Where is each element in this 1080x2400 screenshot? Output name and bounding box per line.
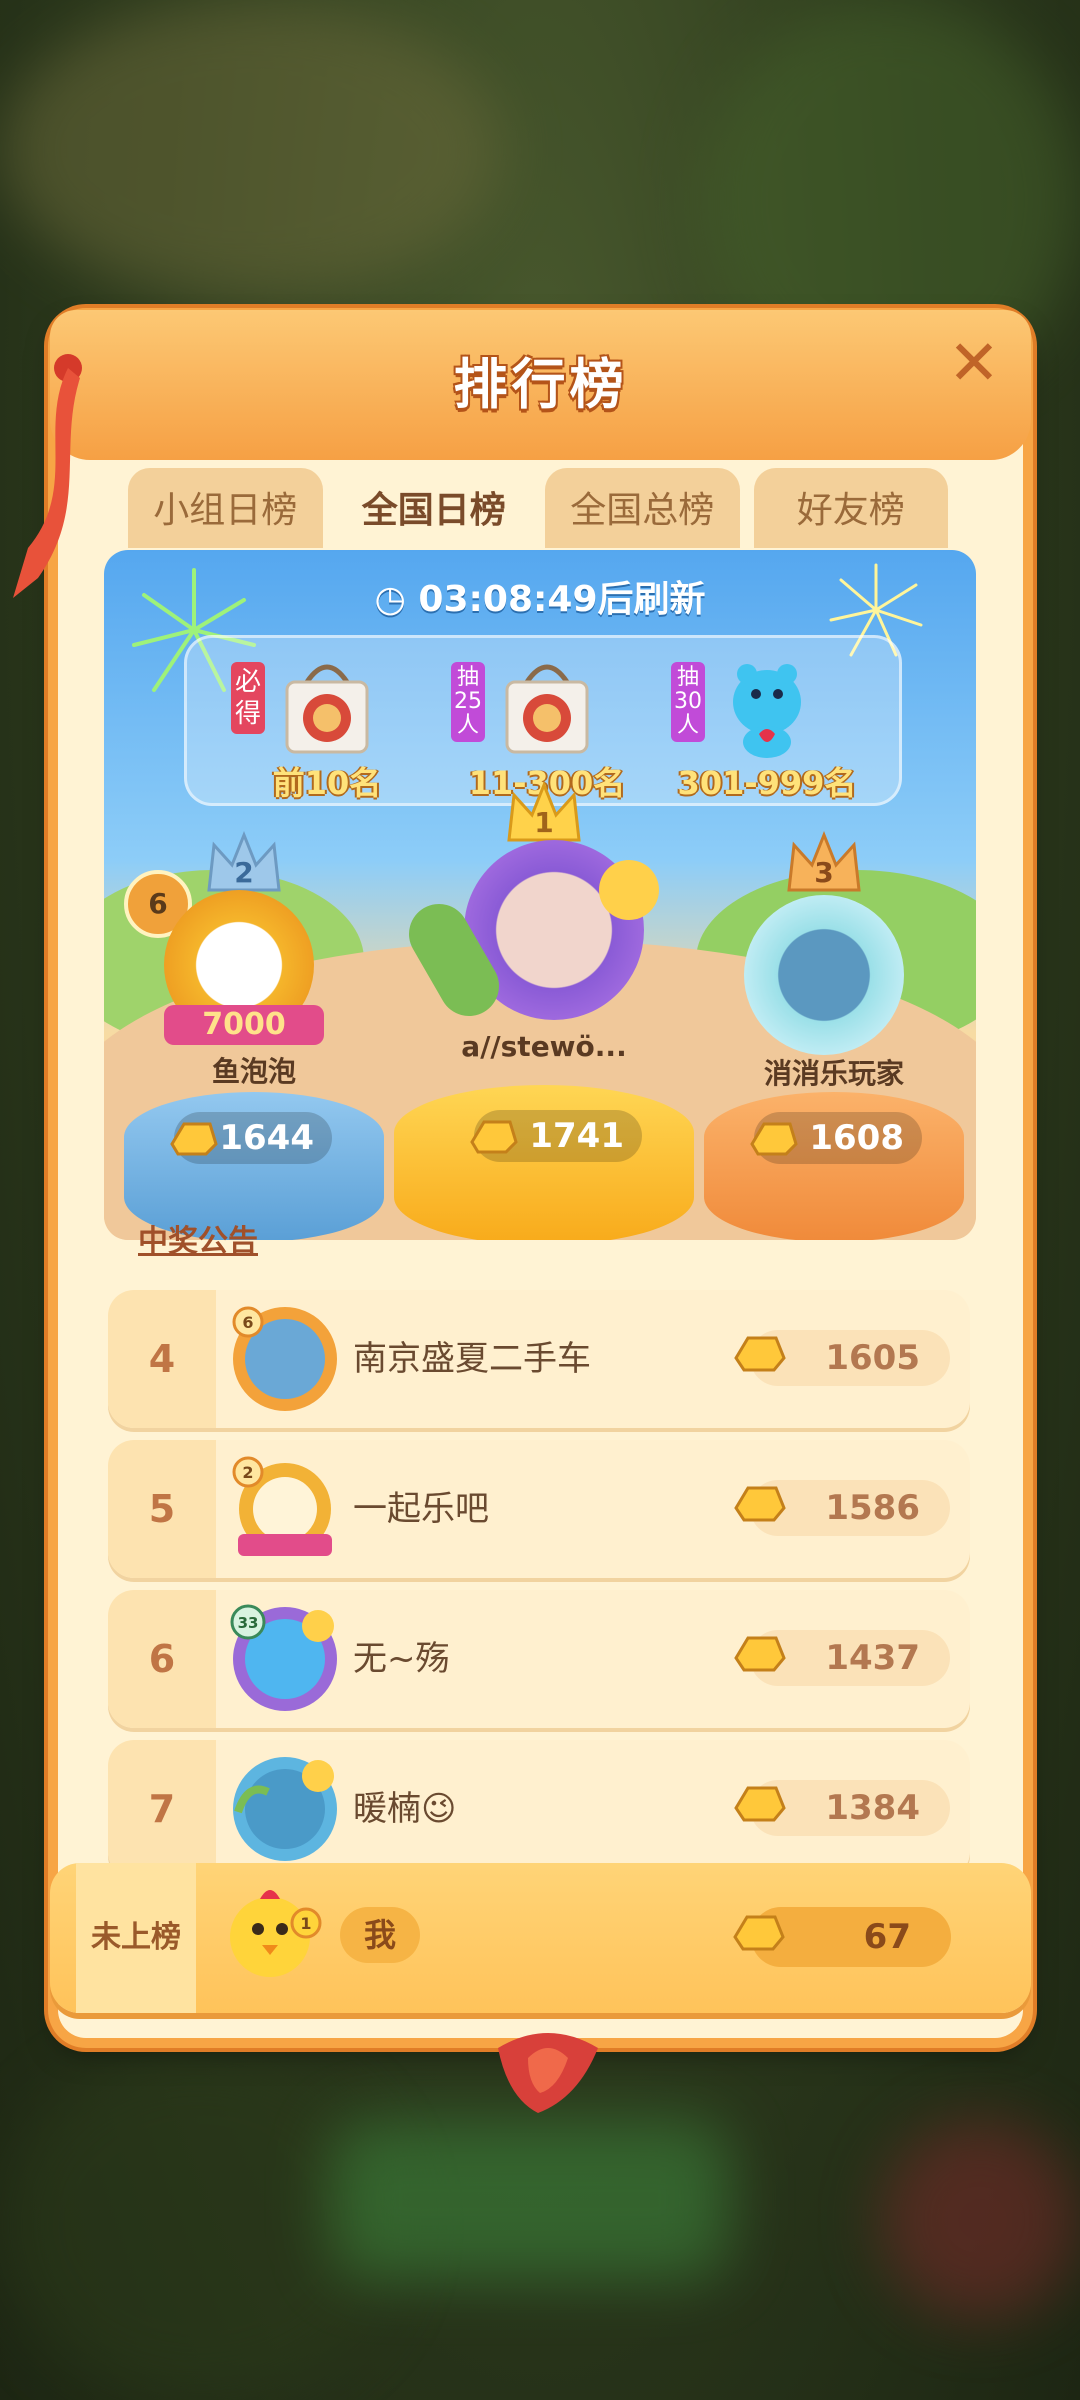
level-badge: 1 <box>300 1914 311 1933</box>
rank-number: 4 <box>108 1290 216 1428</box>
my-rank-row[interactable]: 未上榜 1 我 67 <box>50 1863 1031 2013</box>
title-bar: 排行榜 ✕ <box>50 310 1031 460</box>
reward-tag: 抽30人 <box>671 662 705 742</box>
clock-icon: ◷ <box>374 579 406 620</box>
tab-bar: 小组日榜 全国日榜 全国总榜 好友榜 <box>128 468 948 548</box>
my-rank-status: 未上榜 <box>76 1863 196 2013</box>
player-name: 无~殇 <box>353 1639 450 1679</box>
list-item[interactable]: 5 2 一起乐吧 1586 <box>108 1440 970 1578</box>
player-name: a//stewö... <box>461 1030 627 1063</box>
timer-suffix: 后刷新 <box>597 579 706 620</box>
podium-second[interactable]: 2 6 7000 鱼泡泡 1644 <box>104 830 404 1240</box>
avatar <box>744 895 904 1055</box>
panel-title: 排行榜 <box>453 353 628 416</box>
level-badge: 33 <box>238 1614 259 1632</box>
rank-number: 7 <box>108 1740 216 1878</box>
avatar: 2 <box>232 1456 332 1556</box>
level-badge: 2 <box>242 1463 253 1482</box>
leaderboard-panel: 排行榜 ✕ 小组日榜 全国日榜 全国总榜 好友榜 ◷ 03:08:49后刷新 必… <box>13 310 1031 2113</box>
gold-ingot-icon <box>470 1120 518 1154</box>
avatar: 6 <box>232 1306 337 1411</box>
score-value: 1644 <box>219 1118 314 1158</box>
score-value: 1608 <box>809 1118 904 1158</box>
gold-ingot-icon <box>734 1486 786 1522</box>
moon-decoration <box>599 860 659 920</box>
crown-bronze-icon: 3 <box>787 830 861 892</box>
tab-group-daily[interactable]: 小组日榜 <box>128 468 323 548</box>
gold-ingot-icon <box>734 1336 786 1372</box>
ribbon-decoration-icon <box>13 354 82 598</box>
reward-tag: 必得 <box>231 662 265 734</box>
player-name: 南京盛夏二手车 <box>353 1339 591 1379</box>
winner-announcement-link[interactable]: 中奖公告 <box>138 1216 258 1260</box>
avatar <box>233 1757 337 1861</box>
podium-third[interactable]: 3 消消乐玩家 1608 <box>694 830 974 1240</box>
tab-national-total[interactable]: 全国总榜 <box>545 468 740 548</box>
tab-national-daily[interactable]: 全国日榜 <box>336 468 531 548</box>
podium-first[interactable]: 1 a//stewö... 1741 <box>394 780 694 1240</box>
avatar: 33 <box>230 1604 337 1711</box>
chick-avatar-icon: 1 <box>230 1890 322 1977</box>
refresh-timer: ◷ 03:08:49后刷新 <box>104 570 976 622</box>
svg-text:1: 1 <box>534 806 553 839</box>
player-name: 暖楠😉 <box>353 1789 457 1829</box>
rank-number: 5 <box>108 1440 216 1578</box>
ribbon-decoration-icon <box>498 2033 598 2113</box>
player-name: 消消乐玩家 <box>763 1057 904 1090</box>
list-item[interactable]: 7 暖楠😉 1384 <box>108 1740 970 1878</box>
tab-friends[interactable]: 好友榜 <box>753 468 948 548</box>
reward-tag: 抽25人 <box>451 662 485 742</box>
player-name: 鱼泡泡 <box>211 1055 296 1088</box>
gold-ingot-icon <box>733 1915 785 1951</box>
svg-text:3: 3 <box>814 856 833 889</box>
avatar-frame-badge: 7000 <box>164 1005 324 1045</box>
player-name: 一起乐吧 <box>353 1489 489 1529</box>
gift-bag-icon <box>285 664 369 754</box>
podium-area: ◷ 03:08:49后刷新 必得 前10名 抽25人 11-300名 抽30人 … <box>104 550 976 1240</box>
level-badge: 6 <box>242 1313 253 1332</box>
list-item[interactable]: 4 6 南京盛夏二手车 1605 <box>108 1290 970 1428</box>
my-name: 我 <box>340 1907 420 1963</box>
close-button[interactable]: ✕ <box>939 328 1009 398</box>
gold-ingot-icon <box>170 1122 218 1156</box>
pedestal <box>394 1085 694 1240</box>
gold-ingot-icon <box>734 1786 786 1822</box>
gift-bag-icon <box>505 664 589 754</box>
rank-number: 6 <box>108 1590 216 1728</box>
timer-value: 03:08:49 <box>418 579 598 620</box>
list-item[interactable]: 6 33 无~殇 1437 <box>108 1590 970 1728</box>
score-value: 1741 <box>529 1116 624 1156</box>
gold-ingot-icon <box>750 1122 798 1156</box>
blue-hippo-plush-icon <box>733 664 801 758</box>
svg-text:2: 2 <box>234 856 253 889</box>
gold-ingot-icon <box>734 1636 786 1672</box>
